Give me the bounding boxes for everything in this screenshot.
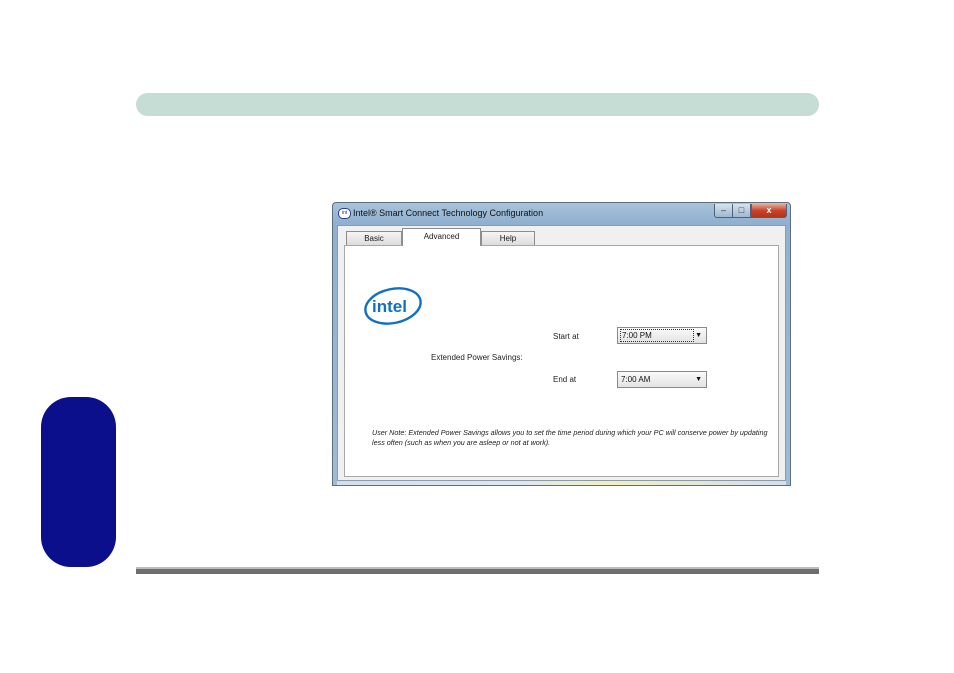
tab-advanced[interactable]: Advanced	[402, 228, 481, 246]
end-time-value: 7:00 AM	[621, 375, 651, 384]
tab-basic[interactable]: Basic	[346, 231, 402, 245]
manual-page: int Intel® Smart Connect Technology Conf…	[0, 0, 954, 673]
intel-app-icon: int	[338, 208, 351, 219]
start-at-label: Start at	[553, 332, 579, 341]
window-bottom-edge	[337, 481, 786, 485]
window-title: Intel® Smart Connect Technology Configur…	[353, 208, 544, 218]
side-chapter-tab	[41, 397, 116, 567]
advanced-panel: intel Start at 7:00 PM ▼ Extended Power …	[344, 245, 779, 477]
window-client-area: Basic Advanced Help intel Start at 7:00 …	[337, 225, 786, 481]
chevron-down-icon: ▼	[695, 376, 702, 383]
minimize-button[interactable]: –	[714, 204, 733, 218]
user-note: User Note: Extended Power Savings allows…	[372, 428, 768, 447]
maximize-button[interactable]: □	[732, 204, 751, 218]
end-time-dropdown[interactable]: 7:00 AM ▼	[617, 371, 707, 388]
config-window: int Intel® Smart Connect Technology Conf…	[332, 202, 791, 486]
extended-power-savings-label: Extended Power Savings:	[431, 353, 523, 362]
start-time-dropdown[interactable]: 7:00 PM ▼	[617, 327, 707, 344]
header-bar	[136, 93, 819, 116]
close-button[interactable]: x	[751, 204, 787, 218]
tab-help[interactable]: Help	[481, 231, 535, 245]
intel-logo: intel	[364, 287, 422, 325]
intel-logo-text: intel	[372, 297, 407, 316]
footer-rule	[136, 569, 819, 574]
chevron-down-icon: ▼	[695, 332, 702, 339]
title-bar[interactable]: int Intel® Smart Connect Technology Conf…	[333, 203, 790, 225]
start-time-value: 7:00 PM	[620, 329, 694, 342]
end-at-label: End at	[553, 375, 577, 384]
